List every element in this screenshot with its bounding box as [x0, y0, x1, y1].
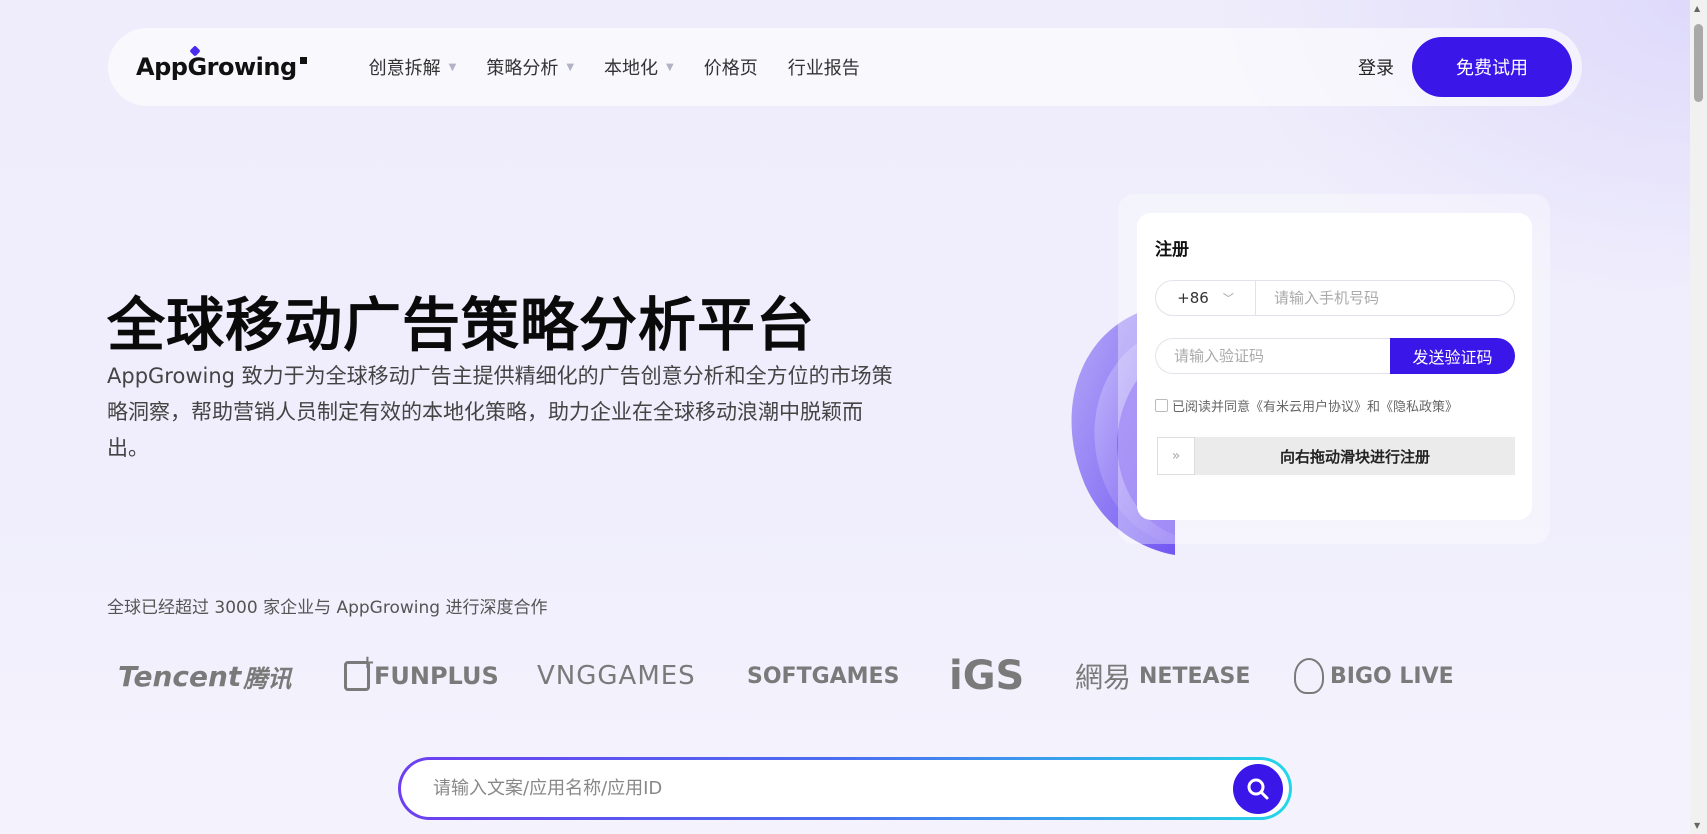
hero-description: AppGrowing 致力于为全球移动广告主提供精细化的广告创意分析和全方位的市… — [107, 364, 893, 460]
bigo-logo-text: BIGO LIVE — [1330, 663, 1454, 689]
country-code-select[interactable]: +86 ﹀ — [1156, 281, 1256, 315]
netease-logo-cn: 網易 — [1075, 661, 1132, 694]
phone-field-group: +86 ﹀ — [1155, 280, 1515, 316]
softgames-logo: SOFTGAMES — [747, 664, 937, 689]
slider-text: 向右拖动滑块进行注册 — [1279, 447, 1430, 466]
nav-item-label: 策略分析 — [486, 58, 559, 79]
agreement-row[interactable]: 已阅读并同意《有米云用户协议》和《隐私政策》 — [1155, 396, 1514, 415]
logo-square-mark — [299, 56, 307, 64]
nav-item-reports[interactable]: 行业报告 — [788, 54, 860, 80]
appgrowing-logo[interactable]: App Growing — [136, 53, 307, 81]
caret-down-icon: ▼ — [448, 61, 457, 73]
tencent-logo-cn: 腾讯 — [243, 664, 292, 693]
agreement-checkbox[interactable] — [1155, 399, 1168, 412]
nav-item-label: 价格页 — [703, 58, 758, 79]
phone-input[interactable] — [1256, 289, 1514, 307]
verification-code-input[interactable] — [1155, 338, 1390, 374]
free-trial-button[interactable]: 免费试用 — [1412, 37, 1572, 97]
scroll-thumb[interactable] — [1694, 24, 1703, 102]
search-bar — [398, 757, 1292, 820]
bigo-mascot-icon — [1294, 658, 1324, 694]
netease-logo-en: NETEASE — [1139, 663, 1251, 689]
scroll-up-arrow-icon[interactable]: ▲ — [1694, 4, 1700, 13]
top-navbar: App Growing 创意拆解 ▼ 策略分析 ▼ 本地化 ▼ 价格页 行业报告 登录 … — [108, 28, 1582, 106]
funplus-logo: + FUNPLUS — [344, 654, 529, 691]
nav-item-label: 创意拆解 — [368, 58, 441, 79]
bigo-live-logo: BIGO LIVE — [1294, 658, 1464, 694]
send-code-button[interactable]: 发送验证码 — [1390, 338, 1515, 374]
magnifier-icon — [1247, 778, 1269, 799]
softgames-logo-text: SOFTGAMES — [747, 663, 900, 689]
caret-down-icon: ▼ — [666, 61, 674, 73]
partner-logos: Tencent 腾讯 + FUNPLUS VNGGAMES SOFTGAMES i… — [118, 650, 1464, 702]
logo-text-app: App — [136, 53, 188, 81]
tencent-logo-en: Tencent — [118, 659, 242, 693]
logo-text-rowing: rowing — [206, 53, 298, 81]
logo-text-g: G — [187, 53, 207, 81]
caret-down-icon: ▼ — [566, 61, 575, 73]
funplus-mark-icon: + — [344, 654, 375, 691]
main-nav: 创意拆解 ▼ 策略分析 ▼ 本地化 ▼ 价格页 行业报告 — [369, 54, 860, 80]
agreement-text: 已阅读并同意《有米云用户协议》和《隐私政策》 — [1172, 400, 1459, 415]
vng-games-logo: VNGGAMES — [537, 661, 737, 691]
nav-item-label: 行业报告 — [787, 58, 860, 79]
scroll-down-arrow-icon[interactable]: ▼ — [1694, 821, 1700, 830]
hero-title: 全球移动广告策略分析平台 — [107, 291, 816, 359]
slider-captcha: » 向右拖动滑块进行注册 — [1157, 437, 1515, 475]
search-button[interactable] — [1233, 763, 1283, 814]
nav-actions: 登录 免费试用 — [1358, 37, 1572, 97]
country-code-value: +86 — [1177, 289, 1209, 307]
nav-item-localization[interactable]: 本地化 ▼ — [604, 54, 674, 80]
search-bar-inner — [401, 760, 1289, 817]
code-field-group: 发送验证码 — [1155, 338, 1515, 374]
netease-logo: 網易 NETEASE — [1075, 656, 1290, 696]
register-title: 注册 — [1155, 240, 1189, 260]
partners-title: 全球已经超过 3000 家企业与 AppGrowing 进行深度合作 — [107, 598, 548, 618]
chevron-down-icon: ﹀ — [1222, 292, 1234, 305]
register-card: 注册 +86 ﹀ 发送验证码 已阅读并同意《有米云用户协议》和《隐私政策》 » 向… — [1137, 213, 1532, 520]
nav-item-creative[interactable]: 创意拆解 ▼ — [369, 54, 457, 80]
page-scrollbar[interactable]: ▲ ▼ — [1690, 0, 1707, 834]
igs-logo: iGS — [949, 653, 1069, 699]
vng-logo-text: VNGGAMES — [537, 661, 696, 691]
login-link[interactable]: 登录 — [1358, 54, 1394, 80]
slider-handle[interactable]: » — [1157, 437, 1195, 475]
nav-item-strategy[interactable]: 策略分析 ▼ — [486, 54, 574, 80]
funplus-logo-text: FUNPLUS — [374, 662, 499, 690]
nav-item-pricing[interactable]: 价格页 — [704, 54, 758, 80]
nav-item-label: 本地化 — [604, 58, 659, 79]
tencent-logo: Tencent 腾讯 — [118, 659, 328, 694]
igs-logo-text: iGS — [949, 653, 1025, 699]
search-input[interactable] — [433, 778, 1233, 799]
